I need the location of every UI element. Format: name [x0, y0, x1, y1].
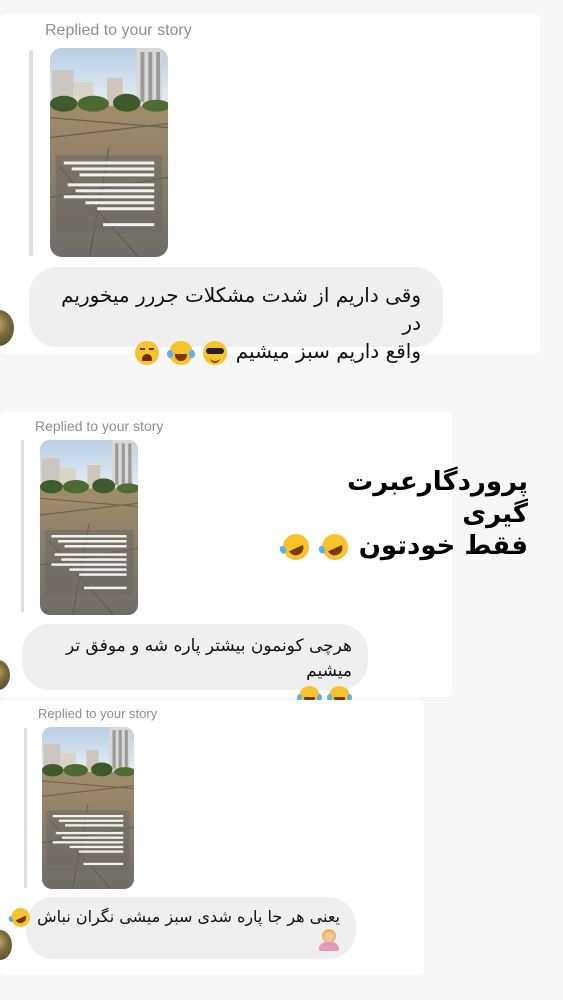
- rolling-on-the-floor-laughing-icon: [7, 904, 34, 931]
- overlay-caption-line-1: پروردگارعبرت گیری: [347, 467, 528, 529]
- overlay-caption-line-2: فقط خودتون: [278, 529, 528, 564]
- story-image: [42, 727, 134, 889]
- story-thumbnail[interactable]: [50, 48, 168, 257]
- story-image: [40, 440, 138, 615]
- overlay-caption: پروردگارعبرت گیری فقط خودتون: [278, 466, 528, 564]
- rolling-on-the-floor-laughing-icon: [317, 529, 352, 564]
- overlay-caption-text: فقط خودتون: [358, 531, 528, 561]
- message-text-line-1: وقی داریم از شدت مشکلات جررر میخوریم در: [61, 283, 421, 335]
- replied-to-story-label: Replied to your story: [45, 22, 192, 39]
- message-text: واقع داریم سبز میشیم: [235, 339, 421, 363]
- story-thumbnail[interactable]: [40, 440, 138, 615]
- reply-indicator-line: [29, 50, 33, 256]
- story-image: [50, 48, 168, 257]
- message-text-line-1: یعنی هر جا پاره شدی سبز میشی نگران نباش: [7, 904, 340, 931]
- reply-indicator-line: [21, 440, 24, 612]
- story-thumbnail[interactable]: [42, 727, 134, 889]
- message-text-line-2: واقع داریم سبز میشیم: [47, 337, 421, 365]
- replied-to-story-label: Replied to your story: [35, 418, 164, 434]
- face-with-tears-of-joy-icon: [167, 340, 196, 365]
- smiling-face-with-sunglasses-icon: [203, 340, 228, 365]
- replied-to-story-label: Replied to your story: [38, 706, 158, 721]
- message-bubble[interactable]: وقی داریم از شدت مشکلات جررر میخوریم در …: [29, 267, 443, 365]
- message-text: یعنی هر جا پاره شدی سبز میشی نگران نباش: [37, 907, 340, 926]
- rolling-on-the-floor-laughing-icon: [278, 529, 313, 564]
- message-emoji-row: [38, 928, 340, 951]
- message-bubble[interactable]: هرچی کونمون بیشتر پاره شه و موفق تر میشی…: [22, 624, 368, 707]
- weary-face-icon: [134, 340, 159, 365]
- reply-indicator-line: [24, 728, 27, 888]
- person-facepalming-icon: [318, 928, 340, 951]
- message-bubble[interactable]: یعنی هر جا پاره شدی سبز میشی نگران نباش: [7, 897, 356, 959]
- message-text-line-1: هرچی کونمون بیشتر پاره شه و موفق تر میشی…: [66, 636, 352, 681]
